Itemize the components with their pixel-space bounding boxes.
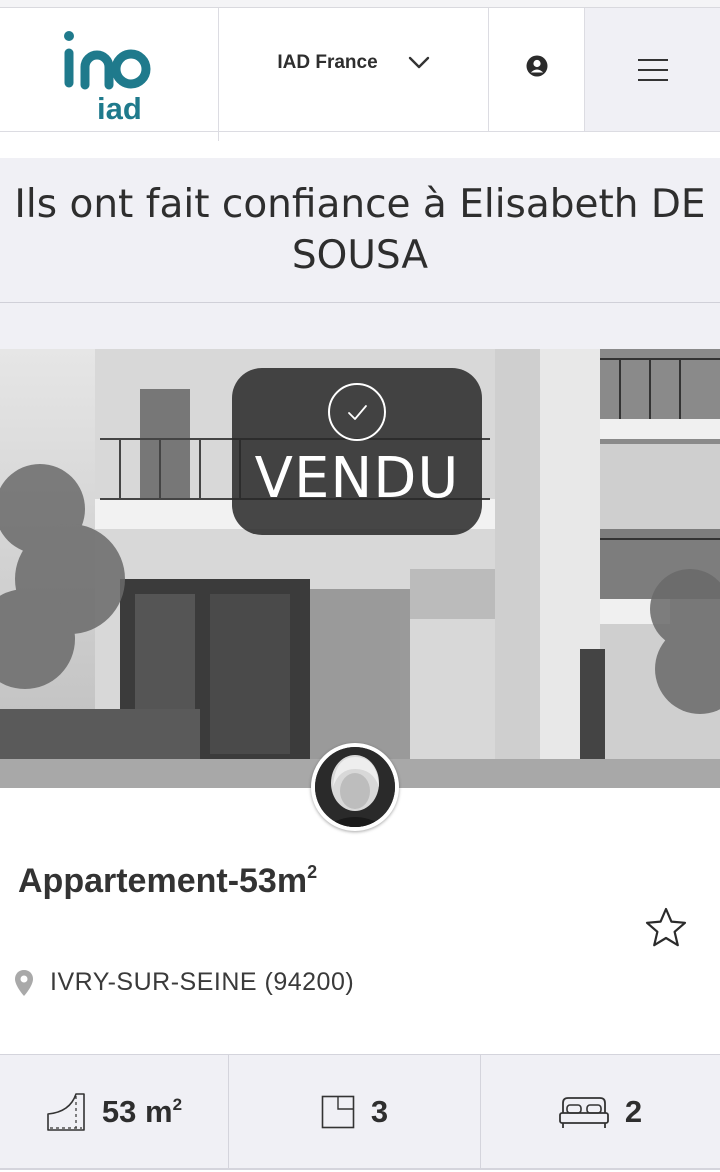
feature-area: 53 m2 (0, 1055, 229, 1168)
bed-icon (558, 1096, 609, 1128)
listing-photo[interactable]: VENDU (0, 349, 720, 788)
star-icon (645, 907, 687, 947)
logo-text: iad (97, 91, 142, 123)
section-spacer (0, 303, 720, 349)
feature-rooms: 3 (229, 1055, 481, 1168)
menu-icon (637, 58, 668, 81)
agent-photo (315, 747, 395, 827)
user-icon (526, 55, 547, 76)
rooms-value: 3 (370, 1093, 389, 1129)
country-label: IAD France (277, 51, 378, 73)
listing-features: 53 m2 3 2 (0, 1054, 720, 1170)
agent-avatar[interactable] (311, 743, 399, 831)
logo-link[interactable]: iad (0, 8, 219, 141)
top-border (0, 0, 720, 8)
listing-title[interactable]: Appartement-53m2 (18, 862, 317, 901)
chevron-down-icon (408, 56, 429, 68)
page-title: Ils ont fait confiance à Elisabeth DE SO… (14, 182, 706, 278)
bedrooms-value: 2 (624, 1093, 643, 1129)
location-pin-icon (15, 969, 33, 996)
favorite-button[interactable] (644, 906, 688, 955)
menu-button[interactable] (585, 8, 720, 131)
check-icon (328, 383, 386, 441)
rooms-icon (321, 1095, 355, 1128)
area-value: 53 m2 (101, 1093, 183, 1129)
location-text: IVRY-SUR-SEINE (94200) (50, 968, 355, 996)
feature-bedrooms: 2 (481, 1055, 720, 1168)
listing-location: IVRY-SUR-SEINE (94200) (14, 968, 354, 997)
iad-logo: iad (64, 30, 151, 123)
site-header: iad IAD France (0, 8, 720, 141)
country-selector[interactable]: IAD France (219, 8, 489, 131)
title-band: Ils ont fait confiance à Elisabeth DE SO… (0, 158, 720, 303)
sold-label: VENDU (254, 446, 460, 511)
area-icon (47, 1092, 85, 1131)
account-button[interactable] (489, 8, 585, 131)
sold-badge: VENDU (232, 368, 482, 535)
